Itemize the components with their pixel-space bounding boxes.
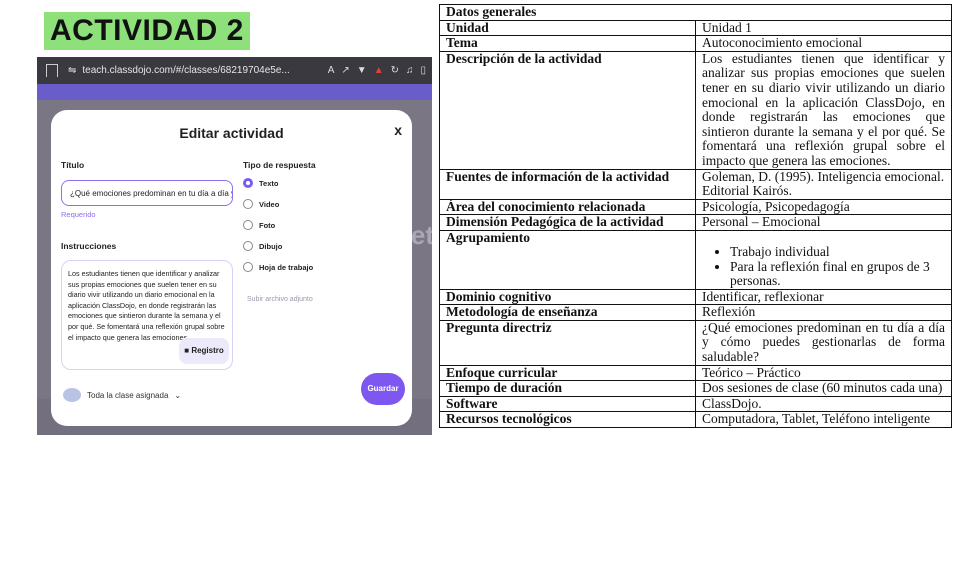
row-value: Trabajo individual Para la reflexión fin… xyxy=(695,229,952,290)
row-value: Reflexión xyxy=(695,304,952,321)
close-icon[interactable]: x xyxy=(394,122,402,138)
option-video[interactable]: Video xyxy=(243,199,279,209)
table-row: Fuentes de información de la actividad Go… xyxy=(439,168,952,200)
table-row: Descripción de la actividad Los estudiant… xyxy=(439,50,952,170)
row-value: Dos sesiones de clase (60 minutos cada u… xyxy=(695,380,952,397)
row-key: Recursos tecnológicos xyxy=(439,411,696,429)
radio-selected-icon xyxy=(243,178,253,188)
titulo-label: Título xyxy=(61,160,85,170)
radio-icon xyxy=(243,262,253,272)
general-data-table: Datos generales Unidad Unidad 1 Tema Autoc… xyxy=(439,4,952,429)
row-key: Dimensión Pedagógica de la actividad xyxy=(439,214,696,231)
option-label: Dibujo xyxy=(259,241,283,251)
row-value: Teórico – Práctico xyxy=(695,364,952,382)
registro-button[interactable]: ■ Registro xyxy=(179,338,229,364)
row-key: Unidad xyxy=(439,19,696,37)
instrucciones-text: Los estudiantes tienen que identificar y… xyxy=(68,269,225,342)
row-value: ClassDojo. xyxy=(695,395,952,413)
classdojo-screenshot: ⇋ teach.classdojo.com/#/classes/68219704… xyxy=(37,57,432,435)
site-settings-icon[interactable]: ⇋ xyxy=(68,65,76,76)
row-key: Tema xyxy=(439,35,696,52)
table-row: Tiempo de duración Dos sesiones de clase … xyxy=(439,380,952,397)
extension-icon[interactable]: ▼ xyxy=(357,65,367,76)
option-hoja-de-trabajo[interactable]: Hoja de trabajo xyxy=(243,262,313,272)
save-button[interactable]: Guardar xyxy=(361,373,405,405)
row-key: Fuentes de información de la actividad xyxy=(439,168,696,200)
option-label: Foto xyxy=(259,220,276,230)
row-key: Pregunta directriz xyxy=(439,319,696,366)
radio-icon xyxy=(243,220,253,230)
row-value: Autoconocimiento emocional xyxy=(695,35,952,52)
table-row: Software ClassDojo. xyxy=(439,395,952,413)
browser-tools: A ↗ ▼ ▲ ↻ ♫ ▯ xyxy=(328,65,426,76)
instrucciones-label: Instrucciones xyxy=(61,241,117,251)
row-value: Identificar, reflexionar xyxy=(695,288,952,306)
modal-title: Editar actividad xyxy=(179,125,284,141)
radio-icon xyxy=(243,241,253,251)
window-icon[interactable]: ▯ xyxy=(420,65,426,76)
table-row: Dominio cognitivo Identificar, reflexiona… xyxy=(439,288,952,306)
assign-label: Toda la clase asignada xyxy=(87,390,169,400)
app-banner xyxy=(37,84,432,100)
camera-icon: ■ xyxy=(184,346,190,355)
assign-dropdown[interactable]: Toda la clase asignada ⌄ xyxy=(63,388,181,402)
bookmark-icon[interactable] xyxy=(46,64,58,77)
table-header: Datos generales xyxy=(439,4,952,21)
row-key: Tiempo de duración xyxy=(439,380,696,397)
row-key: Área del conocimiento relacionada xyxy=(439,198,696,216)
row-key: Metodología de enseñanza xyxy=(439,304,696,321)
list-item: Trabajo individual xyxy=(730,244,945,260)
option-label: Texto xyxy=(259,178,279,188)
media-icon[interactable]: ♫ xyxy=(406,65,414,76)
table-row: Tema Autoconocimiento emocional xyxy=(439,35,952,52)
list-item: Para la reflexión final en grupos de 3 p… xyxy=(730,259,945,289)
row-value: Psicología, Psicopedagogía xyxy=(695,198,952,216)
tipo-label: Tipo de respuesta xyxy=(243,160,316,170)
row-value: Personal – Emocional xyxy=(695,214,952,231)
titulo-input[interactable]: ¿Qué emociones predominan en tu día a dí… xyxy=(61,180,233,206)
row-key: Enfoque curricular xyxy=(439,364,696,382)
table-row: Dimensión Pedagógica de la actividad Pers… xyxy=(439,214,952,231)
table-header-row: Datos generales xyxy=(439,4,952,21)
row-value: ¿Qué emociones predominan en tu día a dí… xyxy=(695,319,952,366)
row-key: Agrupamiento xyxy=(439,229,696,290)
edit-activity-modal: Editar actividad x Título ¿Qué emociones… xyxy=(51,110,412,426)
registro-label: Registro xyxy=(191,346,224,355)
alert-icon[interactable]: ▲ xyxy=(374,65,384,76)
row-key: Software xyxy=(439,395,696,413)
chevron-down-icon: ⌄ xyxy=(174,390,182,400)
table-row: Recursos tecnológicos Computadora, Tablet… xyxy=(439,411,952,429)
required-hint: Requerido xyxy=(61,210,96,219)
option-dibujo[interactable]: Dibujo xyxy=(243,241,282,251)
row-key: Descripción de la actividad xyxy=(439,50,696,170)
table-row: Enfoque curricular Teórico – Práctico xyxy=(439,364,952,382)
reload-icon[interactable]: ↻ xyxy=(391,65,399,76)
option-foto[interactable]: Foto xyxy=(243,220,275,230)
option-label: Video xyxy=(259,199,280,209)
translate-icon[interactable]: A xyxy=(328,65,335,76)
table-row: Agrupamiento Trabajo individual Para la … xyxy=(439,229,952,290)
radio-icon xyxy=(243,199,253,209)
browser-bar: ⇋ teach.classdojo.com/#/classes/68219704… xyxy=(37,57,432,84)
option-label: Hoja de trabajo xyxy=(259,262,314,272)
share-icon[interactable]: ↗ xyxy=(341,65,349,76)
class-avatar xyxy=(63,388,81,402)
attach-file-button[interactable]: Subir archivo adjunto xyxy=(247,296,313,303)
activity-title: ACTIVIDAD 2 xyxy=(44,12,250,50)
row-value: Goleman, D. (1995). Inteligencia emocion… xyxy=(695,168,952,200)
background-text: et xyxy=(410,220,432,250)
table-row: Área del conocimiento relacionada Psicolo… xyxy=(439,198,952,216)
row-value: Computadora, Tablet, Teléfono inteligent… xyxy=(695,411,952,429)
row-value: Unidad 1 xyxy=(695,19,952,37)
option-texto[interactable]: Texto xyxy=(243,178,278,188)
grouping-list: Trabajo individual Para la reflexión fin… xyxy=(702,244,945,289)
address-bar[interactable]: teach.classdojo.com/#/classes/68219704e5… xyxy=(82,65,289,76)
table-row: Unidad Unidad 1 xyxy=(439,19,952,37)
row-value: Los estudiantes tienen que identificar y… xyxy=(695,50,952,170)
table-row: Pregunta directriz ¿Qué emociones predomi… xyxy=(439,319,952,366)
row-key: Dominio cognitivo xyxy=(439,288,696,306)
table-row: Metodología de enseñanza Reflexión xyxy=(439,304,952,321)
